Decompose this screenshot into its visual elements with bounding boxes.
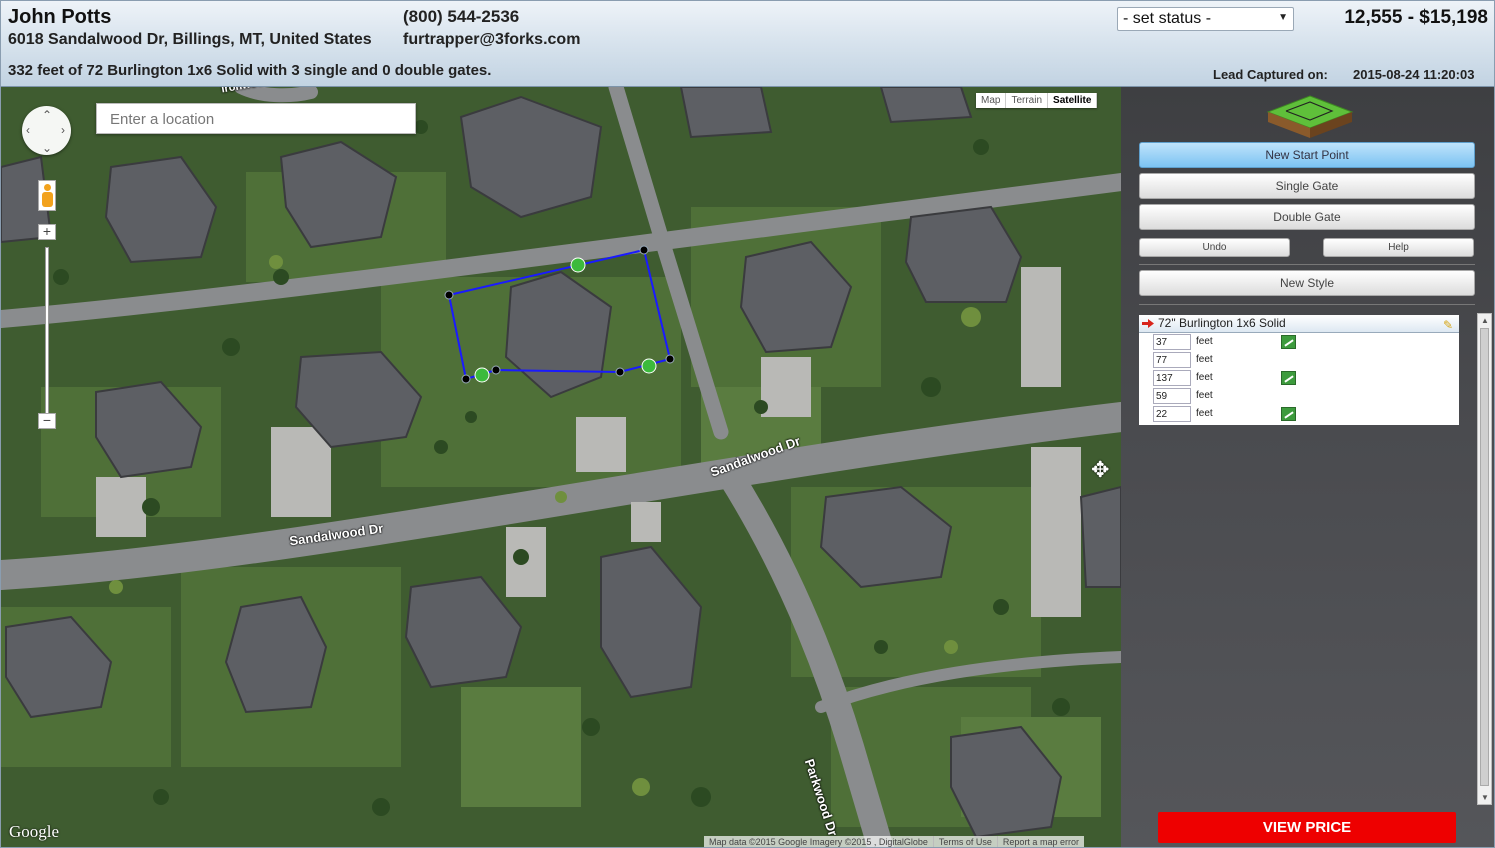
- chevron-down-icon: ▼: [1278, 12, 1288, 23]
- customer-address: 6018 Sandalwood Dr, Billings, MT, United…: [8, 31, 372, 48]
- segment-row: feet: [1139, 369, 1459, 387]
- segment-row: feet: [1139, 351, 1459, 369]
- scroll-up-icon[interactable]: ▲: [1481, 316, 1489, 325]
- customer-phone: (800) 544-2536: [403, 7, 520, 26]
- zoom-slider[interactable]: [45, 247, 49, 417]
- segment-unit: feet: [1196, 408, 1213, 419]
- yard-plot-icon: [1266, 95, 1354, 138]
- segment-unit: feet: [1196, 372, 1213, 383]
- zoom-in-button[interactable]: +: [38, 224, 56, 240]
- terms-of-use-link[interactable]: Terms of Use: [932, 836, 997, 847]
- pegman-icon[interactable]: [38, 180, 56, 211]
- map-type-satellite[interactable]: Satellite: [1048, 93, 1098, 108]
- satellite-imagery: [1, 87, 1121, 847]
- fence-style-name: 72" Burlington 1x6 Solid: [1158, 316, 1286, 330]
- gate-icon[interactable]: [1281, 371, 1296, 385]
- segment-length-input[interactable]: [1153, 352, 1191, 368]
- pencil-icon[interactable]: ✎: [1443, 317, 1453, 334]
- status-select-value: - set status -: [1123, 10, 1212, 27]
- single-gate-button[interactable]: Single Gate: [1139, 173, 1475, 199]
- customer-name: John Potts: [8, 6, 112, 28]
- panel-scrollbar[interactable]: ▲ ▼: [1477, 313, 1492, 805]
- arrow-right-icon: [1142, 319, 1154, 328]
- double-gate-button[interactable]: Double Gate: [1139, 204, 1475, 230]
- location-search-input[interactable]: Enter a location: [96, 103, 416, 134]
- map-type-terrain[interactable]: Terrain: [1006, 93, 1049, 108]
- move-cursor-icon: ✥: [1091, 457, 1110, 482]
- map-type-map[interactable]: Map: [976, 93, 1007, 108]
- map-data-credit: Map data ©2015 Google Imagery ©2015 , Di…: [709, 837, 928, 847]
- segment-length-input[interactable]: [1153, 370, 1191, 386]
- divider: [1139, 264, 1475, 265]
- scrollbar-thumb[interactable]: [1480, 328, 1489, 786]
- segment-length-input[interactable]: [1153, 388, 1191, 404]
- report-map-error-link[interactable]: Report a map error: [996, 836, 1084, 847]
- new-style-button[interactable]: New Style: [1139, 270, 1475, 296]
- segment-row: feet: [1139, 387, 1459, 405]
- fence-summary: 332 feet of 72 Burlington 1x6 Solid with…: [8, 62, 492, 79]
- help-button[interactable]: Help: [1323, 238, 1474, 257]
- segment-length-input[interactable]: [1153, 406, 1191, 422]
- new-start-point-button[interactable]: New Start Point: [1139, 142, 1475, 168]
- segment-unit: feet: [1196, 390, 1213, 401]
- divider: [1139, 304, 1475, 305]
- view-price-button[interactable]: VIEW PRICE: [1158, 812, 1456, 843]
- fence-style-list: 72" Burlington 1x6 Solid ✎ feet feet fee…: [1139, 315, 1459, 425]
- segment-length-input[interactable]: [1153, 334, 1191, 350]
- segment-unit: feet: [1196, 336, 1213, 347]
- fence-estimator-app: John Potts 6018 Sandalwood Dr, Billings,…: [0, 0, 1495, 848]
- google-logo: Google: [9, 822, 60, 841]
- map-attribution: Map data ©2015 Google Imagery ©2015 , Di…: [704, 836, 1084, 847]
- price-range: 12,555 - $15,198: [1344, 7, 1488, 28]
- fence-style-header[interactable]: 72" Burlington 1x6 Solid ✎: [1139, 315, 1459, 333]
- segment-row: feet: [1139, 333, 1459, 351]
- pan-control-icon[interactable]: ⌃ ⌄ ‹ ›: [22, 106, 71, 155]
- gate-icon[interactable]: [1281, 407, 1296, 421]
- lead-captured-label: Lead Captured on:: [1213, 67, 1328, 82]
- fence-tools-panel: New Start Point Single Gate Double Gate …: [1121, 87, 1494, 847]
- zoom-out-button[interactable]: −: [38, 413, 56, 429]
- segment-row: feet: [1139, 405, 1459, 423]
- status-select[interactable]: - set status - ▼: [1117, 7, 1294, 31]
- segment-unit: feet: [1196, 354, 1213, 365]
- scroll-down-icon[interactable]: ▼: [1481, 793, 1489, 802]
- map-type-control: Map Terrain Satellite: [976, 93, 1098, 108]
- satellite-map[interactable]: Enter a location ⌃ ⌄ ‹ › + − Map Terrain…: [1, 87, 1121, 847]
- lead-header: John Potts 6018 Sandalwood Dr, Billings,…: [1, 1, 1494, 87]
- lead-captured-date: 2015-08-24 11:20:03: [1353, 67, 1475, 82]
- customer-email: furtrapper@3forks.com: [403, 31, 581, 48]
- undo-button[interactable]: Undo: [1139, 238, 1290, 257]
- gate-icon[interactable]: [1281, 335, 1296, 349]
